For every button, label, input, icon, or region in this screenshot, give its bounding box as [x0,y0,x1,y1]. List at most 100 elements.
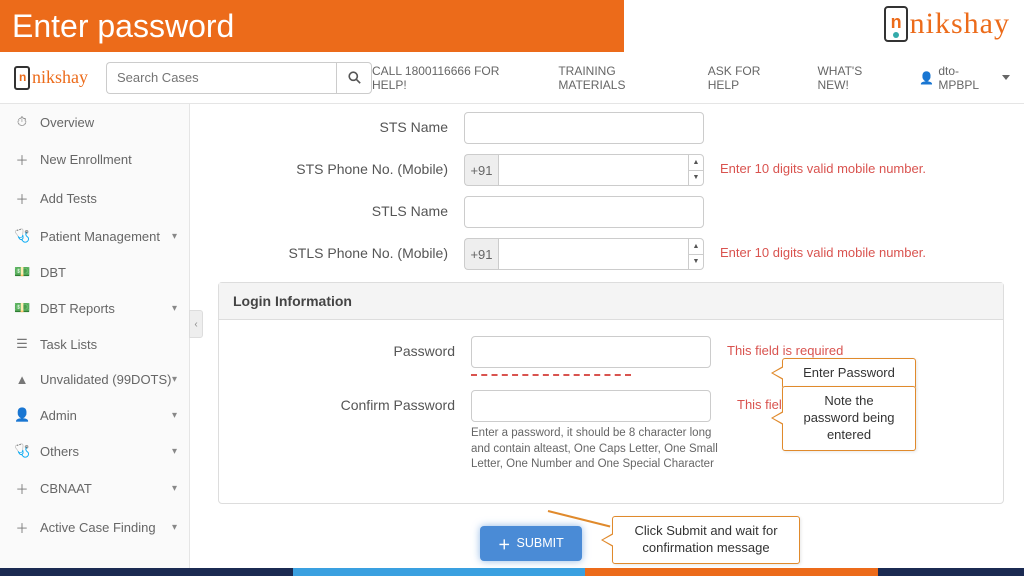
stls-phone-error: Enter 10 digits valid mobile number. [720,238,926,260]
phone-prefix: +91 [464,154,498,186]
password-error: This field is required [727,336,843,358]
nav-training[interactable]: TRAINING MATERIALS [558,64,683,92]
sidebar-label: Patient Management [40,229,160,244]
confirm-password-input[interactable] [471,390,711,422]
sidebar-item-overview[interactable]: ⏱ Overview [0,104,189,140]
step-down-icon[interactable]: ▼ [689,171,703,186]
sidebar-icon: 🩺 [14,443,30,459]
user-dropdown[interactable]: 👤 dto-MPBPL [919,64,1010,92]
sidebar-item-unvalidated-99dots-[interactable]: ▲ Unvalidated (99DOTS)▾ [0,362,189,397]
callout-note-password: Note the password being entered [782,386,916,451]
stls-phone-input[interactable] [498,238,688,270]
chevron-down-icon: ▾ [172,374,177,385]
brand-logo-large: n nikshay [884,6,1010,42]
sidebar-label: CBNAAT [40,481,92,496]
sidebar-item-admin[interactable]: 👤 Admin ▾ [0,397,189,433]
user-icon: 👤 [919,71,934,85]
phone-icon: n [14,66,30,90]
sidebar-label: Task Lists [40,337,97,352]
stls-phone-field: +91 ▲▼ [464,238,704,270]
sidebar-item-patient-management[interactable]: 🩺 Patient Management ▾ [0,218,189,254]
sidebar-label: Overview [40,115,94,130]
callout-click-submit: Click Submit and wait for confirmation m… [612,516,800,564]
search-icon [348,71,361,84]
login-panel-heading: Login Information [219,283,1003,320]
number-stepper[interactable]: ▲▼ [688,154,704,186]
sidebar-icon: 💵 [14,300,30,316]
brand-logo-small[interactable]: n nikshay [14,66,88,90]
password-input[interactable] [471,336,711,368]
user-label: dto-MPBPL [938,64,998,92]
stls-name-label: STLS Name [218,196,464,219]
sts-phone-input[interactable] [498,154,688,186]
plus-icon: ＋ [498,534,511,553]
step-up-icon[interactable]: ▲ [689,239,703,255]
sts-name-input[interactable] [464,112,704,144]
sidebar-label: DBT [40,265,66,280]
brand-text: nikshay [910,7,1010,41]
sidebar-icon: 🩺 [14,228,30,244]
sts-phone-field: +91 ▲▼ [464,154,704,186]
sidebar-label: Admin [40,408,77,423]
banner-title: Enter password [12,8,234,45]
nav-help-phone[interactable]: CALL 1800116666 FOR HELP! [372,64,534,92]
sidebar-label: New Enrollment [40,152,132,167]
step-up-icon[interactable]: ▲ [689,155,703,171]
caret-down-icon [1002,75,1010,80]
stls-phone-label: STLS Phone No. (Mobile) [218,238,464,261]
sidebar-collapse-toggle[interactable]: ‹ [189,310,203,338]
nav-ask-help[interactable]: ASK FOR HELP [708,64,794,92]
nav-whats-new[interactable]: WHAT'S NEW! [817,64,895,92]
submit-label: SUBMIT [517,536,564,550]
sidebar-icon: ☰ [14,336,30,352]
bottom-color-stripe [0,568,1024,576]
sidebar: ⏱ Overview ＋ New Enrollment ＋ Add Tests 🩺 Patie… [0,104,190,568]
top-navbar: n nikshay CALL 1800116666 FOR HELP! TRAI… [0,52,1024,104]
sidebar-item-task-lists[interactable]: ☰ Task Lists [0,326,189,362]
main-content: STS Name STS Phone No. (Mobile) +91 ▲▼ E… [190,104,1024,568]
sidebar-icon: ＋ [14,518,30,537]
sidebar-icon: ⏱ [14,114,30,130]
sidebar-item-dbt-reports[interactable]: 💵 DBT Reports ▾ [0,290,189,326]
chevron-down-icon: ▾ [172,231,177,242]
chevron-down-icon: ▾ [172,303,177,314]
sidebar-label: Unvalidated (99DOTS) [40,372,172,387]
sidebar-icon: ＋ [14,189,30,208]
sidebar-item-dbt[interactable]: 💵 DBT [0,254,189,290]
sidebar-icon: 💵 [14,264,30,280]
sts-name-label: STS Name [218,112,464,135]
chevron-down-icon: ▾ [172,483,177,494]
chevron-down-icon: ▾ [172,446,177,457]
chevron-down-icon: ▾ [172,522,177,533]
confirm-password-label: Confirm Password [225,390,471,413]
sidebar-icon: 👤 [14,407,30,423]
sidebar-label: DBT Reports [40,301,115,316]
sidebar-label: Active Case Finding [40,520,156,535]
search-input[interactable] [106,62,336,94]
sidebar-item-cbnaat[interactable]: ＋ CBNAAT ▾ [0,469,189,508]
stls-name-input[interactable] [464,196,704,228]
sidebar-icon: ▲ [14,372,30,387]
sidebar-icon: ＋ [14,479,30,498]
search-button[interactable] [336,62,372,94]
chevron-down-icon: ▾ [172,410,177,421]
sidebar-item-active-case-finding[interactable]: ＋ Active Case Finding ▾ [0,508,189,547]
phone-icon: n [884,6,908,42]
number-stepper[interactable]: ▲▼ [688,238,704,270]
submit-button[interactable]: ＋ SUBMIT [480,526,582,561]
step-down-icon[interactable]: ▼ [689,255,703,270]
sidebar-item-new-enrollment[interactable]: ＋ New Enrollment [0,140,189,179]
sidebar-item-add-tests[interactable]: ＋ Add Tests [0,179,189,218]
sts-phone-label: STS Phone No. (Mobile) [218,154,464,177]
sidebar-item-others[interactable]: 🩺 Others ▾ [0,433,189,469]
sidebar-label: Add Tests [40,191,97,206]
sidebar-icon: ＋ [14,150,30,169]
callout-enter-password: Enter Password [782,358,916,389]
sidebar-label: Others [40,444,79,459]
password-hint: Enter a password, it should be 8 charact… [471,426,721,473]
nav-links: CALL 1800116666 FOR HELP! TRAINING MATER… [372,64,1010,92]
slide-title-banner: Enter password [0,0,624,52]
phone-prefix: +91 [464,238,498,270]
dashed-underline [471,374,631,376]
sts-phone-error: Enter 10 digits valid mobile number. [720,154,926,176]
